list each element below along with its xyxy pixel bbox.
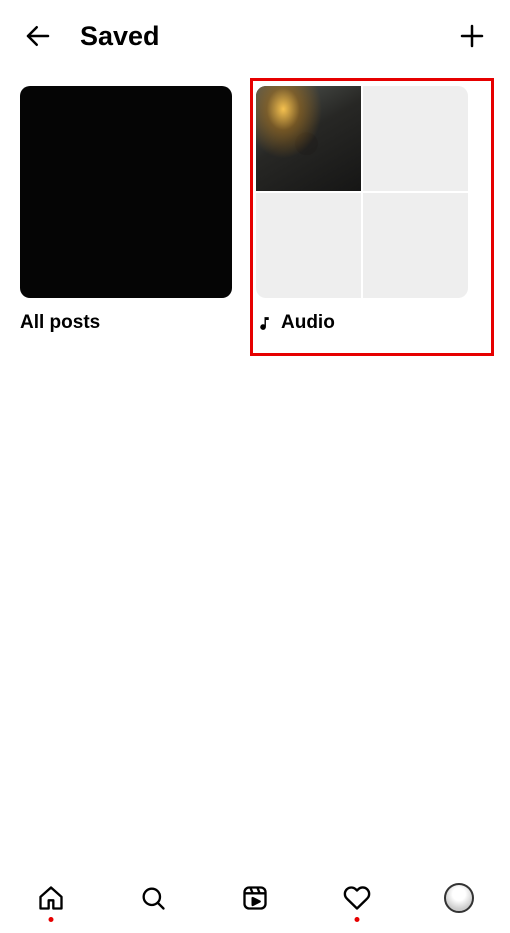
collection-label: All posts xyxy=(20,312,232,334)
nav-home[interactable] xyxy=(29,876,73,920)
collection-audio[interactable]: Audio xyxy=(256,86,468,334)
nav-activity[interactable] xyxy=(335,876,379,920)
collection-label-text: Audio xyxy=(281,312,335,334)
heart-icon xyxy=(343,884,371,912)
notification-dot xyxy=(355,917,360,922)
bottom-nav xyxy=(0,863,510,933)
collections-grid: All posts Audio xyxy=(0,64,510,334)
home-icon xyxy=(37,884,65,912)
plus-icon xyxy=(457,21,487,51)
thumbnail-cell-4 xyxy=(363,193,468,298)
collection-label-text: All posts xyxy=(20,312,100,334)
collection-all-posts[interactable]: All posts xyxy=(20,86,232,334)
collection-thumbnail xyxy=(20,86,232,298)
nav-profile[interactable] xyxy=(437,876,481,920)
thumbnail-cell-1 xyxy=(256,86,361,191)
profile-avatar-icon xyxy=(444,883,474,913)
thumbnail-cell-3 xyxy=(256,193,361,298)
reels-icon xyxy=(241,884,269,912)
music-note-icon xyxy=(256,315,273,332)
search-icon xyxy=(139,884,167,912)
back-button[interactable] xyxy=(20,18,56,54)
page-title: Saved xyxy=(80,21,454,52)
add-collection-button[interactable] xyxy=(454,18,490,54)
arrow-left-icon xyxy=(23,21,53,51)
nav-reels[interactable] xyxy=(233,876,277,920)
nav-search[interactable] xyxy=(131,876,175,920)
header: Saved xyxy=(0,0,510,64)
collection-thumbnail xyxy=(256,86,468,298)
notification-dot xyxy=(49,917,54,922)
thumbnail-cell-2 xyxy=(363,86,468,191)
collection-label: Audio xyxy=(256,312,468,334)
